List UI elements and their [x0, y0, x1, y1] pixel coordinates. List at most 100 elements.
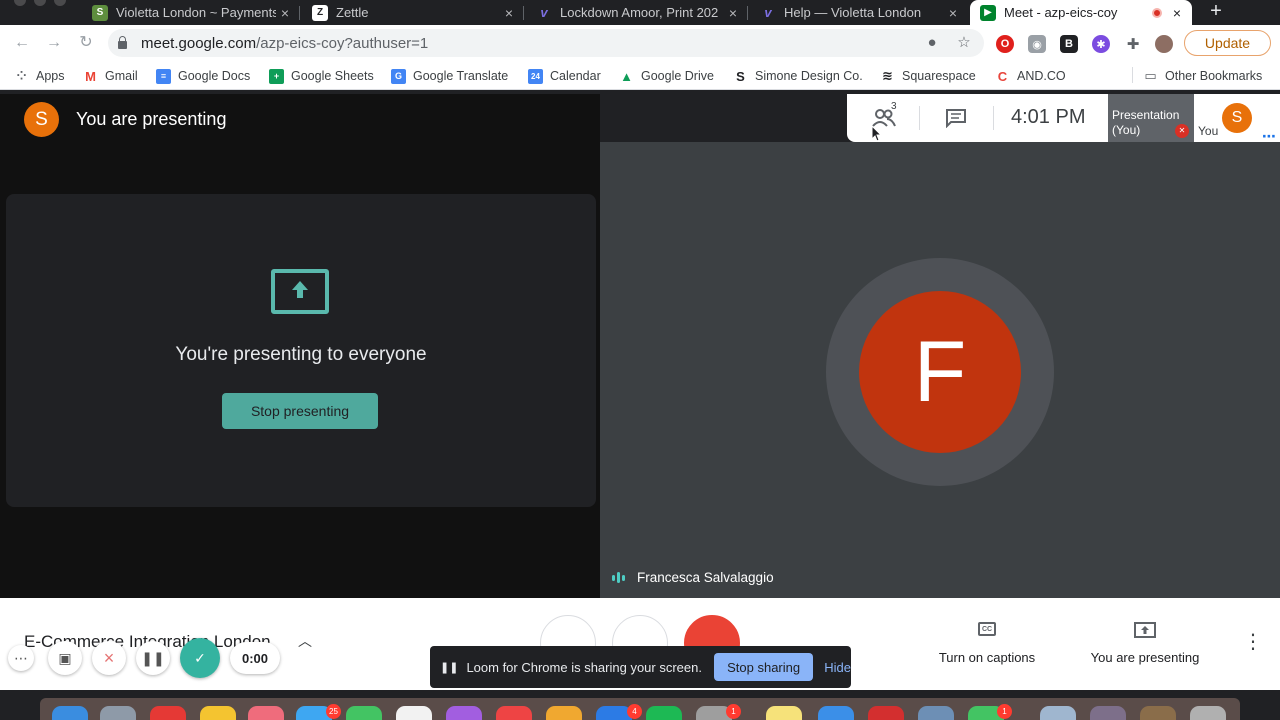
folder-icon: ▭: [1144, 68, 1157, 83]
bookmark-simone-design[interactable]: S Simone Design Co.: [733, 67, 863, 85]
chat-icon: [946, 109, 966, 129]
close-window-control[interactable]: [14, 0, 26, 6]
tab-lockdown-amoor[interactable]: v Lockdown Amoor, Print 202 ×: [526, 0, 748, 25]
present-screen-icon: [271, 269, 329, 314]
stop-sharing-button[interactable]: Stop sharing: [713, 653, 814, 681]
camera-extension-icon[interactable]: ◉: [1028, 35, 1046, 53]
bookmark-calendar[interactable]: 24 Calendar: [528, 67, 601, 85]
close-tab-icon[interactable]: ×: [500, 5, 518, 21]
dock-trash-icon[interactable]: [1190, 706, 1226, 720]
dock-badge: 1: [997, 704, 1012, 719]
dock-app-icon[interactable]: [868, 706, 904, 720]
hide-banner-button[interactable]: Hide: [824, 660, 851, 675]
dock-facetime-icon[interactable]: [346, 706, 382, 720]
captions-button[interactable]: CC Turn on captions: [934, 622, 1040, 665]
loom-extension-icon[interactable]: ✱: [1092, 35, 1110, 53]
dock-folder-icon[interactable]: [1140, 706, 1176, 720]
dock-preview-icon[interactable]: [918, 706, 954, 720]
reload-icon[interactable]: ↻: [76, 33, 96, 53]
close-tab-icon[interactable]: ×: [276, 5, 294, 21]
dock-photos-icon[interactable]: [248, 706, 284, 720]
dock-music-icon[interactable]: [396, 706, 432, 720]
loom-more-icon[interactable]: ⋯: [8, 645, 34, 671]
dock-folder-icon[interactable]: [1040, 706, 1076, 720]
profile-avatar[interactable]: [1155, 35, 1173, 53]
update-button[interactable]: Update: [1184, 30, 1271, 56]
forward-arrow-icon[interactable]: →: [44, 33, 64, 53]
bookmark-google-translate[interactable]: G Google Translate: [391, 67, 508, 85]
bookmark-andco[interactable]: C AND.CO: [995, 67, 1066, 85]
dock-launchpad-icon[interactable]: [100, 706, 136, 720]
simone-icon: S: [736, 68, 745, 84]
screen: S Violetta London ~ Payments × Z Zettle …: [0, 0, 1280, 720]
bookmark-google-sheets[interactable]: + Google Sheets: [269, 67, 374, 85]
self-avatar: S: [1222, 103, 1252, 133]
stop-presenting-button[interactable]: Stop presenting: [222, 393, 378, 429]
dock-news-icon[interactable]: [496, 706, 532, 720]
chat-button[interactable]: [945, 108, 967, 133]
presentation-tile: S You are presenting You're presenting t…: [0, 94, 600, 598]
participant-label: Francesca Salvalaggio: [612, 570, 774, 585]
participant-avatar: F: [859, 291, 1021, 453]
more-dots-icon[interactable]: ⋯: [1262, 128, 1276, 145]
user-avatar: S: [24, 102, 59, 137]
apps-grid-icon: ⁘: [16, 69, 27, 83]
back-arrow-icon[interactable]: ←: [12, 33, 32, 53]
presenting-button[interactable]: You are presenting: [1086, 622, 1204, 665]
dock-stickies-icon[interactable]: [766, 706, 802, 720]
bookmark-google-drive[interactable]: ▲ Google Drive: [619, 67, 714, 85]
url-path: /azp-eics-coy?authuser=1: [256, 34, 429, 52]
close-tab-icon[interactable]: ×: [724, 5, 742, 21]
b-extension-icon[interactable]: B: [1060, 35, 1078, 53]
bookmark-squarespace[interactable]: ≋ Squarespace: [880, 67, 976, 85]
dock-finder-icon[interactable]: [52, 706, 88, 720]
bookmark-apps[interactable]: ⁘ Apps: [14, 67, 64, 85]
new-tab-button[interactable]: +: [1204, 0, 1228, 25]
more-options-icon[interactable]: ⋮: [1243, 632, 1263, 652]
dock-badge: 4: [627, 704, 642, 719]
close-tab-icon[interactable]: ×: [944, 5, 962, 21]
captions-label: Turn on captions: [938, 650, 1036, 665]
loom-finish-icon[interactable]: ✓: [180, 638, 220, 678]
dock-spotify-icon[interactable]: [646, 706, 682, 720]
dock-folder-icon[interactable]: [1090, 706, 1126, 720]
other-bookmarks[interactable]: ▭ Other Bookmarks: [1143, 67, 1262, 85]
bookmark-star-icon[interactable]: ☆: [956, 35, 972, 51]
dock-safari-icon[interactable]: [818, 706, 854, 720]
bookmark-gmail[interactable]: M Gmail: [83, 67, 138, 85]
microphone-icon[interactable]: ●: [924, 35, 940, 51]
violetta-icon: v: [540, 5, 548, 20]
presenting-card: You're presenting to everyone Stop prese…: [6, 194, 596, 507]
meeting-clock: 4:01 PM: [1011, 106, 1086, 128]
close-tab-icon[interactable]: ×: [1168, 5, 1186, 21]
zoom-window-control[interactable]: [54, 0, 66, 6]
address-bar[interactable]: meet.google.com/azp-eics-coy?authuser=1 …: [108, 29, 984, 57]
tab-payments[interactable]: S Violetta London ~ Payments ×: [82, 0, 300, 25]
tab-help-violetta[interactable]: v Help — Violetta London ×: [750, 0, 968, 25]
loom-camera-icon[interactable]: ▣: [48, 641, 82, 675]
presenting-message: You're presenting to everyone: [175, 344, 427, 365]
participant-tile: F Francesca Salvalaggio: [600, 142, 1280, 598]
dock-podcasts-icon[interactable]: [446, 706, 482, 720]
self-thumb-label-line2: (You): [1112, 123, 1141, 137]
loom-timer: 0:00: [230, 642, 281, 674]
tab-meet[interactable]: ▶ Meet - azp-eics-coy ×: [970, 0, 1192, 25]
loom-pause-icon[interactable]: ❚❚: [136, 641, 170, 675]
opera-extension-icon[interactable]: O: [996, 35, 1014, 53]
muted-icon: ✕: [1175, 124, 1189, 138]
loom-cancel-icon[interactable]: ×: [92, 641, 126, 675]
dock-app-icon[interactable]: [150, 706, 186, 720]
bookmark-google-docs[interactable]: ≡ Google Docs: [156, 67, 250, 85]
mouse-cursor-icon: [872, 126, 882, 142]
self-view-thumbnail[interactable]: Presentation (You) ✕: [1108, 94, 1194, 142]
dock-notes-icon[interactable]: [200, 706, 236, 720]
you-label: You: [1198, 124, 1219, 138]
chevron-up-icon[interactable]: ︿: [298, 631, 312, 651]
dock-app-icon[interactable]: [546, 706, 582, 720]
tab-zettle[interactable]: Z Zettle ×: [302, 0, 524, 25]
puzzle-extensions-icon[interactable]: ✚: [1124, 35, 1142, 53]
translate-icon: G: [391, 68, 406, 84]
minimize-window-control[interactable]: [34, 0, 46, 6]
bookmarks-divider: [1132, 67, 1133, 83]
bookmarks-bar: ⁘ Apps M Gmail ≡ Google Docs + Google Sh…: [0, 61, 1280, 90]
